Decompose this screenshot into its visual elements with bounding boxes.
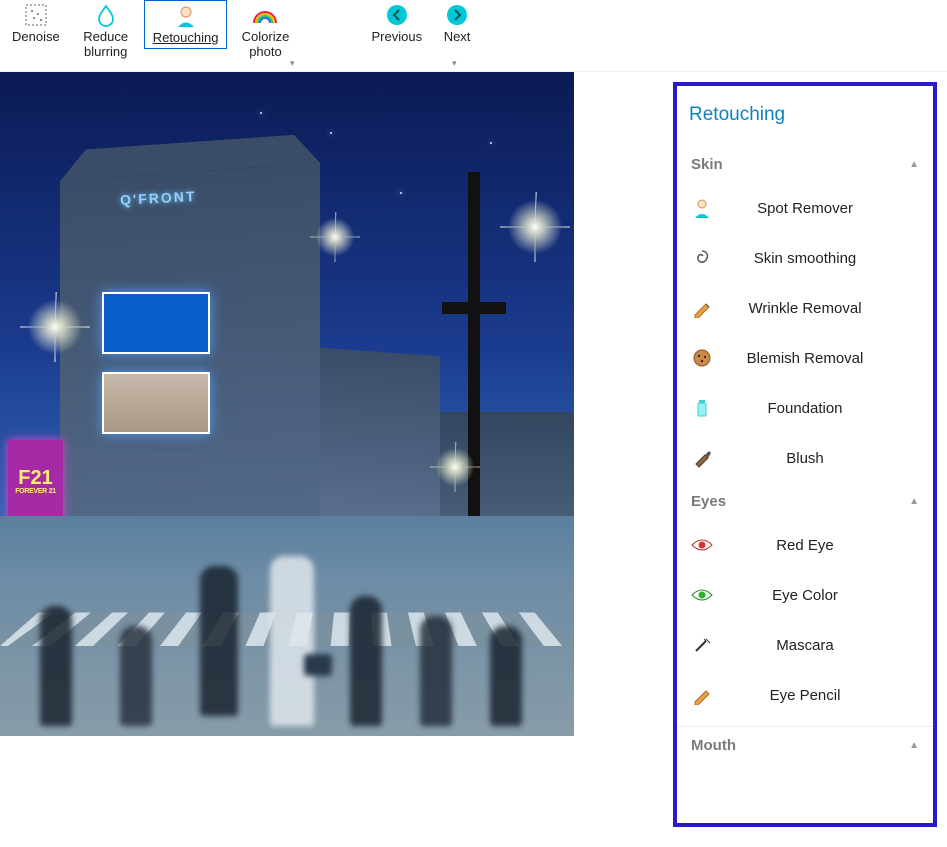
retouching-label: Retouching xyxy=(153,31,219,46)
denoise-icon xyxy=(23,2,49,28)
section-header-skin[interactable]: Skin ▲ xyxy=(677,146,933,183)
swirl-icon xyxy=(691,247,713,269)
next-icon xyxy=(444,2,470,28)
previous-icon xyxy=(384,2,410,28)
tool-red-eye[interactable]: Red Eye xyxy=(677,520,933,570)
image-canvas[interactable]: Q'FRONT F21FOREVER 21 STARBUCKS COFFEE T… xyxy=(0,72,574,736)
eye-pencil-icon xyxy=(691,684,713,706)
chevron-up-icon: ▲ xyxy=(909,496,919,507)
denoise-label: Denoise xyxy=(12,30,60,45)
panel-title: Retouching xyxy=(677,98,933,146)
bottle-icon xyxy=(691,397,713,419)
green-eye-icon xyxy=(691,584,713,606)
cookie-icon xyxy=(691,347,713,369)
tool-label: Foundation xyxy=(713,400,919,417)
brush-icon xyxy=(691,447,713,469)
sign-f21: F21FOREVER 21 xyxy=(8,440,63,522)
colorize-photo-button[interactable]: Colorize photo xyxy=(227,0,303,62)
denoise-button[interactable]: Denoise xyxy=(4,0,68,47)
next-label: Next xyxy=(444,30,471,45)
tool-mascara[interactable]: Mascara xyxy=(677,620,933,670)
tool-label: Eye Color xyxy=(713,587,919,604)
person-icon xyxy=(691,197,713,219)
toolbar-group-dropdown-1[interactable]: ▾ xyxy=(290,58,295,69)
tool-blush[interactable]: Blush xyxy=(677,433,933,483)
colorize-photo-label: Colorize photo xyxy=(235,30,295,60)
retouching-panel: Retouching Skin ▲ Spot Remover Skin smoo… xyxy=(673,82,937,827)
previous-button[interactable]: Previous xyxy=(363,0,430,47)
chevron-up-icon: ▲ xyxy=(909,740,919,751)
pencil-icon xyxy=(691,297,713,319)
rainbow-icon xyxy=(252,2,278,28)
tool-eye-pencil[interactable]: Eye Pencil xyxy=(677,670,933,720)
section-label-skin: Skin xyxy=(691,156,723,173)
droplet-icon xyxy=(93,2,119,28)
tool-blemish-removal[interactable]: Blemish Removal xyxy=(677,333,933,383)
person-head-icon xyxy=(173,3,199,29)
tool-foundation[interactable]: Foundation xyxy=(677,383,933,433)
tool-skin-smoothing[interactable]: Skin smoothing xyxy=(677,233,933,283)
section-header-mouth[interactable]: Mouth ▲ xyxy=(677,726,933,764)
tool-label: Skin smoothing xyxy=(713,250,919,267)
reduce-blurring-label: Reduce blurring xyxy=(76,30,136,60)
previous-label: Previous xyxy=(371,30,422,45)
tool-label: Eye Pencil xyxy=(713,687,919,704)
tool-label: Spot Remover xyxy=(713,200,919,217)
red-eye-icon xyxy=(691,534,713,556)
mascara-icon xyxy=(691,634,713,656)
tool-label: Blemish Removal xyxy=(713,350,919,367)
reduce-blurring-button[interactable]: Reduce blurring xyxy=(68,0,144,62)
tool-label: Wrinkle Removal xyxy=(713,300,919,317)
tool-label: Red Eye xyxy=(713,537,919,554)
chevron-up-icon: ▲ xyxy=(909,159,919,170)
section-label-mouth: Mouth xyxy=(691,737,736,754)
toolbar-group-dropdown-2[interactable]: ▾ xyxy=(452,58,457,69)
tool-label: Mascara xyxy=(713,637,919,654)
section-label-eyes: Eyes xyxy=(691,493,726,510)
retouching-button[interactable]: Retouching xyxy=(144,0,228,49)
tool-eye-color[interactable]: Eye Color xyxy=(677,570,933,620)
tool-label: Blush xyxy=(713,450,919,467)
main-toolbar: Denoise Reduce blurring Retouching Color… xyxy=(0,0,947,72)
tool-spot-remover[interactable]: Spot Remover xyxy=(677,183,933,233)
tool-wrinkle-removal[interactable]: Wrinkle Removal xyxy=(677,283,933,333)
next-button[interactable]: Next xyxy=(430,0,484,47)
section-header-eyes[interactable]: Eyes ▲ xyxy=(677,483,933,520)
